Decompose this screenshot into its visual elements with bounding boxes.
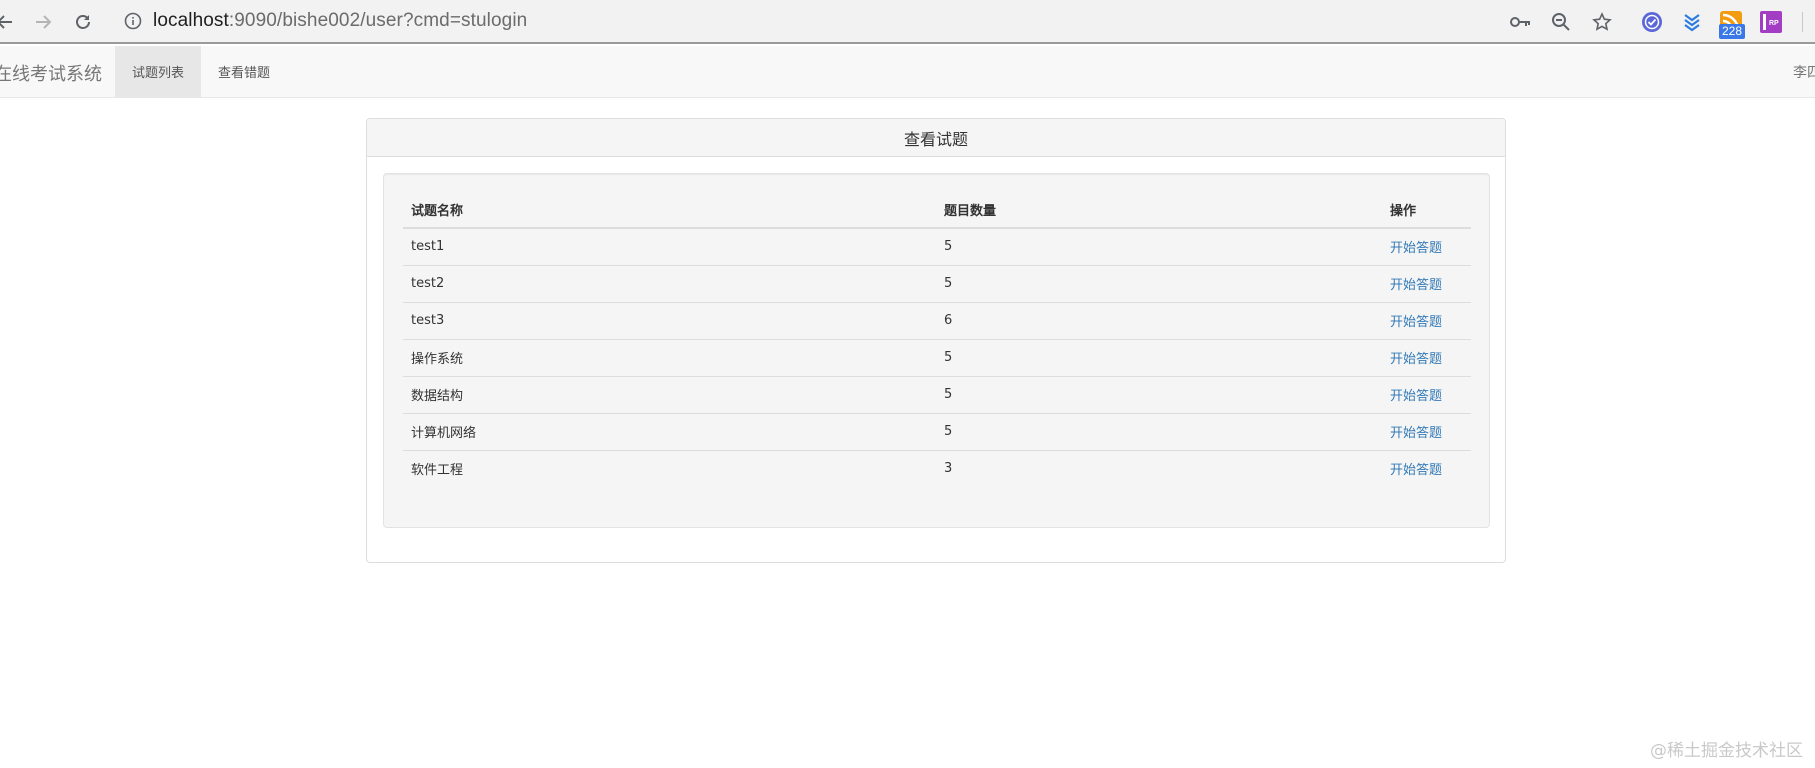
url-text[interactable]: localhost:9090/bishe002/user?cmd=stulogi… bbox=[153, 10, 527, 32]
row-name: 操作系统 bbox=[403, 339, 936, 377]
row-count: 5 bbox=[936, 376, 1382, 414]
row-count: 5 bbox=[936, 265, 1382, 303]
header-action: 操作 bbox=[1382, 192, 1471, 229]
row-count: 3 bbox=[944, 461, 953, 477]
panel-title: 查看试题 bbox=[367, 119, 1505, 157]
axure-rp-label: RP bbox=[1769, 20, 1779, 27]
axure-rp-icon[interactable]: RP bbox=[1758, 9, 1784, 35]
row-count: 5 bbox=[936, 228, 1382, 266]
bookmark-star-icon[interactable] bbox=[1590, 10, 1614, 34]
table-row: 软件工程 3 开始答题 bbox=[403, 450, 1471, 487]
extension-badge: 228 bbox=[1719, 24, 1746, 39]
header-question-name: 试题名称 bbox=[403, 192, 936, 229]
question-table: 试题名称 题目数量 操作 test1 5 开始答题 test2 5 开始答题 t… bbox=[403, 192, 1471, 487]
header-question-count: 题目数量 bbox=[936, 192, 1382, 229]
url-host: localhost bbox=[153, 10, 229, 31]
app-navbar: 在线考试系统 试题列表 查看错题 李四 bbox=[0, 46, 1815, 98]
row-count: 5 bbox=[936, 339, 1382, 377]
nav-item-question-list[interactable]: 试题列表 bbox=[115, 46, 201, 97]
zoom-icon[interactable] bbox=[1549, 10, 1573, 34]
toolbar-divider bbox=[1802, 12, 1803, 32]
start-answer-link[interactable]: 开始答题 bbox=[1390, 463, 1442, 478]
start-answer-link[interactable]: 开始答题 bbox=[1390, 315, 1442, 330]
table-well: 试题名称 题目数量 操作 test1 5 开始答题 test2 5 开始答题 t… bbox=[383, 173, 1490, 528]
row-name: test2 bbox=[403, 265, 936, 303]
table-row: 操作系统 5 开始答题 bbox=[403, 339, 1471, 377]
row-name: test1 bbox=[403, 228, 936, 266]
url-path: :9090/bishe002/user?cmd=stulogin bbox=[228, 10, 528, 31]
start-answer-link[interactable]: 开始答题 bbox=[1390, 389, 1442, 404]
table-row: 计算机网络 5 开始答题 bbox=[403, 413, 1471, 451]
table-header-row: 试题名称 题目数量 操作 bbox=[403, 192, 1471, 229]
question-panel: 查看试题 试题名称 题目数量 操作 test1 5 开始答题 test2 5 开… bbox=[366, 118, 1506, 563]
extension-chevrons-icon[interactable] bbox=[1679, 9, 1705, 35]
row-name: 数据结构 bbox=[403, 376, 936, 414]
table-row: test2 5 开始答题 bbox=[403, 265, 1471, 303]
row-action-cell: 开始答题 bbox=[1382, 339, 1471, 377]
row-name: test3 bbox=[403, 302, 936, 340]
reload-icon[interactable] bbox=[70, 9, 96, 35]
table-row: test1 5 开始答题 bbox=[403, 228, 1471, 266]
row-action-cell: 开始答题 bbox=[1382, 376, 1471, 414]
brand-title[interactable]: 在线考试系统 bbox=[0, 60, 102, 86]
user-name[interactable]: 李四 bbox=[1793, 62, 1815, 82]
row-name: 计算机网络 bbox=[403, 413, 936, 451]
nav-item-wrong-questions[interactable]: 查看错题 bbox=[201, 46, 287, 97]
row-action-cell: 开始答题 bbox=[1382, 265, 1471, 303]
start-answer-link[interactable]: 开始答题 bbox=[1390, 278, 1442, 293]
start-answer-link[interactable]: 开始答题 bbox=[1390, 241, 1442, 256]
back-arrow-icon[interactable] bbox=[0, 9, 18, 35]
row-action-cell: 开始答题 bbox=[1382, 450, 1471, 487]
row-action-cell: 开始答题 bbox=[1382, 302, 1471, 340]
table-row: test3 6 开始答题 bbox=[403, 302, 1471, 340]
start-answer-link[interactable]: 开始答题 bbox=[1390, 352, 1442, 367]
row-action-cell: 开始答题 bbox=[1382, 413, 1471, 451]
forward-arrow-icon[interactable] bbox=[30, 9, 56, 35]
info-icon[interactable] bbox=[124, 12, 142, 34]
browser-toolbar: localhost:9090/bishe002/user?cmd=stulogi… bbox=[0, 0, 1815, 44]
row-action-cell: 开始答题 bbox=[1382, 228, 1471, 266]
key-icon[interactable] bbox=[1509, 10, 1533, 34]
row-count: 6 bbox=[936, 302, 1382, 340]
watermark: @稀土掘金技术社区 bbox=[1650, 741, 1803, 761]
table-row: 数据结构 5 开始答题 bbox=[403, 376, 1471, 414]
extension-check-icon[interactable] bbox=[1639, 9, 1665, 35]
row-name: 软件工程 bbox=[411, 463, 464, 479]
start-answer-link[interactable]: 开始答题 bbox=[1390, 426, 1442, 441]
row-count: 5 bbox=[936, 413, 1382, 451]
